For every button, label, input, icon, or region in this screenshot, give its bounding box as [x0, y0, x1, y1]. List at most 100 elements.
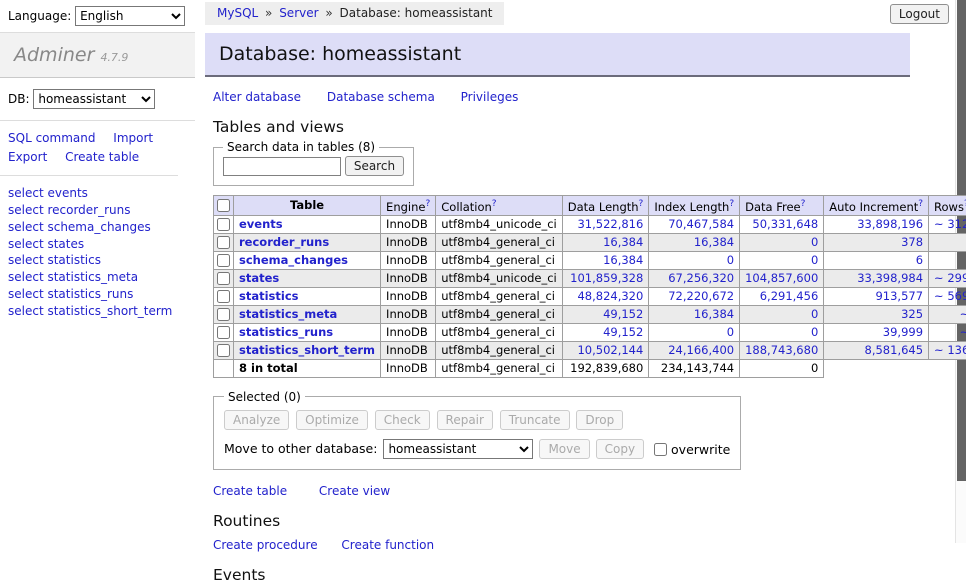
sidebar-action-export[interactable]: Export	[8, 150, 47, 164]
data-length-link[interactable]: 31,522,816	[577, 217, 643, 231]
row-checkbox[interactable]	[217, 218, 230, 231]
db-select[interactable]: homeassistant	[33, 89, 155, 109]
auto-increment-link[interactable]: 6	[916, 253, 923, 267]
sidebar-link-select-events[interactable]: select events	[8, 185, 187, 202]
move-button[interactable]: Move	[539, 439, 589, 459]
data-free-link[interactable]: 104,857,600	[745, 271, 818, 285]
link-create-view[interactable]: Create view	[319, 484, 390, 498]
data-length-link[interactable]: 16,384	[603, 253, 643, 267]
language-select[interactable]: English	[75, 6, 185, 26]
data-length-link[interactable]: 49,152	[603, 307, 643, 321]
breadcrumb-item[interactable]: MySQL	[217, 6, 258, 20]
index-length-link[interactable]: 16,384	[694, 307, 734, 321]
link-create-table[interactable]: Create table	[213, 484, 287, 498]
row-checkbox[interactable]	[217, 272, 230, 285]
data-free-link[interactable]: 0	[811, 235, 818, 249]
table-link[interactable]: statistics_short_term	[239, 343, 375, 357]
analyze-button[interactable]: Analyze	[224, 410, 289, 430]
row-checkbox[interactable]	[217, 308, 230, 321]
index-length-link[interactable]: 0	[727, 253, 734, 267]
search-input[interactable]	[223, 157, 341, 176]
row-checkbox[interactable]	[217, 290, 230, 303]
nav-link-alter-database[interactable]: Alter database	[213, 90, 301, 104]
rows-link[interactable]: ~ 312,180	[934, 217, 966, 231]
rows-link[interactable]: ~ 628	[960, 325, 966, 339]
data-free-link[interactable]: 0	[811, 325, 818, 339]
rows-link[interactable]: ~ 299,833	[934, 271, 966, 285]
rows-link[interactable]: ~ 244	[960, 307, 966, 321]
nav-link-privileges[interactable]: Privileges	[461, 90, 519, 104]
auto-increment-link[interactable]: 33,898,196	[857, 217, 923, 231]
sidebar-link-select-schema-changes[interactable]: select schema_changes	[8, 219, 187, 236]
table-link[interactable]: schema_changes	[239, 253, 348, 267]
row-checkbox[interactable]	[217, 326, 230, 339]
move-database-select[interactable]: homeassistant	[383, 439, 533, 459]
copy-button[interactable]: Copy	[596, 439, 644, 459]
table-link[interactable]: statistics_runs	[239, 325, 333, 339]
repair-button[interactable]: Repair	[437, 410, 493, 430]
rows-link[interactable]: ~ 569,159	[934, 289, 966, 303]
auto-increment-link[interactable]: 8,581,645	[865, 343, 924, 357]
auto-increment-link[interactable]: 325	[901, 307, 923, 321]
row-checkbox[interactable]	[217, 236, 230, 249]
row-checkbox[interactable]	[217, 254, 230, 267]
data-free-link[interactable]: 188,743,680	[745, 343, 818, 357]
index-length-link[interactable]: 0	[727, 325, 734, 339]
auto-increment-link[interactable]: 39,999	[883, 325, 923, 339]
search-button[interactable]: Search	[345, 156, 404, 176]
data-length-link[interactable]: 101,859,328	[570, 271, 643, 285]
data-length-link[interactable]: 16,384	[603, 235, 643, 249]
sidebar-action-sql-command[interactable]: SQL command	[8, 131, 95, 145]
table-name-cell: states	[234, 269, 381, 287]
auto-increment-link[interactable]: 378	[901, 235, 923, 249]
index-length-cell: 24,166,400	[649, 341, 740, 359]
table-link[interactable]: events	[239, 217, 283, 231]
auto-increment-link[interactable]: 33,398,984	[857, 271, 923, 285]
data-free-link[interactable]: 0	[811, 253, 818, 267]
help-link[interactable]: ?	[425, 199, 430, 209]
index-length-link[interactable]: 70,467,584	[668, 217, 734, 231]
truncate-button[interactable]: Truncate	[500, 410, 570, 430]
help-link[interactable]: ?	[492, 199, 497, 209]
table-link[interactable]: states	[239, 271, 279, 285]
breadcrumb-item[interactable]: Server	[279, 6, 318, 20]
sidebar-link-select-statistics-short-term[interactable]: select statistics_short_term	[8, 303, 187, 320]
help-link[interactable]: ?	[918, 199, 923, 209]
nav-link-database-schema[interactable]: Database schema	[327, 90, 435, 104]
help-link[interactable]: ?	[639, 199, 644, 209]
table-link[interactable]: statistics_meta	[239, 307, 337, 321]
index-length-link[interactable]: 16,384	[694, 235, 734, 249]
overwrite-checkbox[interactable]	[654, 443, 667, 456]
data-length-link[interactable]: 10,502,144	[577, 343, 643, 357]
sidebar-action-create-table[interactable]: Create table	[65, 150, 139, 164]
link-create-procedure[interactable]: Create procedure	[213, 538, 318, 552]
select-all-checkbox[interactable]	[217, 199, 230, 212]
sidebar-action-import[interactable]: Import	[113, 131, 153, 145]
index-length-link[interactable]: 24,166,400	[668, 343, 734, 357]
sidebar-link-select-statistics[interactable]: select statistics	[8, 252, 187, 269]
overwrite-option[interactable]: overwrite	[654, 441, 730, 456]
link-create-function[interactable]: Create function	[341, 538, 434, 552]
index-length-link[interactable]: 72,220,672	[668, 289, 734, 303]
sidebar-link-select-statistics-meta[interactable]: select statistics_meta	[8, 269, 187, 286]
optimize-button[interactable]: Optimize	[296, 410, 368, 430]
check-button[interactable]: Check	[375, 410, 430, 430]
auto-increment-link[interactable]: 913,577	[875, 289, 923, 303]
index-length-link[interactable]: 67,256,320	[668, 271, 734, 285]
data-free-link[interactable]: 6,291,456	[760, 289, 819, 303]
row-checkbox[interactable]	[217, 344, 230, 357]
data-length-link[interactable]: 48,824,320	[577, 289, 643, 303]
help-link[interactable]: ?	[801, 199, 806, 209]
drop-button[interactable]: Drop	[576, 410, 623, 430]
sidebar-link-select-statistics-runs[interactable]: select statistics_runs	[8, 286, 187, 303]
total-row: 8 in totalInnoDButf8mb4_general_ci192,83…	[214, 359, 966, 377]
data-free-link[interactable]: 0	[811, 307, 818, 321]
table-link[interactable]: statistics	[239, 289, 299, 303]
rows-link[interactable]: ~ 136,108	[934, 343, 966, 357]
data-free-link[interactable]: 50,331,648	[752, 217, 818, 231]
table-link[interactable]: recorder_runs	[239, 235, 329, 249]
data-length-link[interactable]: 49,152	[603, 325, 643, 339]
sidebar-link-select-recorder-runs[interactable]: select recorder_runs	[8, 202, 187, 219]
help-link[interactable]: ?	[729, 199, 734, 209]
sidebar-link-select-states[interactable]: select states	[8, 236, 187, 253]
